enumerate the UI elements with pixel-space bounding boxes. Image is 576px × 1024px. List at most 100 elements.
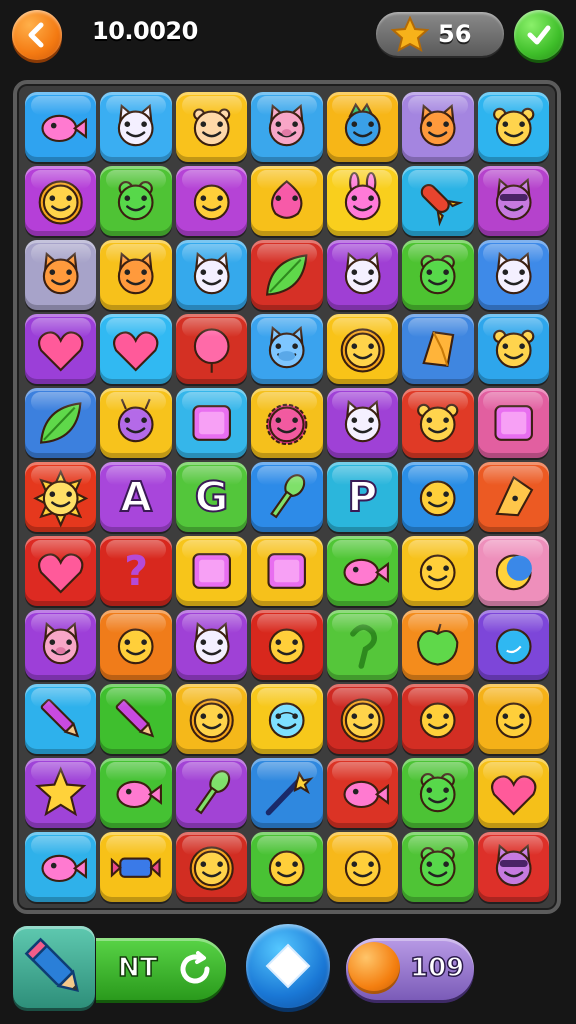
tile-r6-c4[interactable] <box>251 462 323 532</box>
star-icon <box>35 766 87 817</box>
smiley-icon <box>420 702 456 739</box>
confirm-button[interactable] <box>514 10 564 60</box>
tile-r9-c4[interactable] <box>251 684 323 754</box>
tile-r11-c7[interactable] <box>477 832 549 902</box>
tile-r9-c1[interactable] <box>25 684 97 754</box>
tile-r11-c2[interactable] <box>100 832 172 902</box>
orb-icon <box>495 628 532 665</box>
tile-r4-c2[interactable] <box>100 314 172 384</box>
tile-r3-c7[interactable] <box>477 240 549 310</box>
tile-r11-c3[interactable] <box>175 832 248 902</box>
tile-r7-c3[interactable] <box>175 536 248 606</box>
tile-r5-c4[interactable] <box>251 388 323 458</box>
tile-r10-c1[interactable] <box>25 758 97 828</box>
heart-icon <box>490 775 536 816</box>
frog-icon <box>118 181 154 221</box>
tile-r7-c7[interactable] <box>477 536 549 606</box>
stars-value: 56 <box>438 20 472 48</box>
lion-icon <box>189 698 234 743</box>
tile-r1-c3[interactable] <box>175 92 248 162</box>
tile-r10-c6[interactable] <box>402 758 474 828</box>
tile-r7-c5[interactable] <box>326 536 399 606</box>
tile-r11-c4[interactable] <box>251 832 323 902</box>
tile-r2-c2[interactable] <box>100 166 172 236</box>
tile-r8-c2[interactable] <box>100 610 172 680</box>
tile-r9-c6[interactable] <box>402 684 474 754</box>
tile-r6-c7[interactable] <box>477 462 549 532</box>
tile-r5-c1[interactable] <box>25 388 97 458</box>
tile-r1-c4[interactable] <box>251 92 323 162</box>
hint-button[interactable]: NT <box>96 938 226 1000</box>
tile-r6-c6[interactable] <box>402 462 474 532</box>
tile-r5-c6[interactable] <box>402 388 474 458</box>
tile-r2-c6[interactable] <box>402 166 474 236</box>
tile-r4-c6[interactable] <box>402 314 474 384</box>
back-button[interactable] <box>12 10 62 60</box>
bear-icon <box>492 107 534 147</box>
tile-r3-c6[interactable] <box>402 240 474 310</box>
tile-r4-c7[interactable] <box>477 314 549 384</box>
tile-r11-c6[interactable] <box>402 832 474 902</box>
play-button[interactable] <box>246 924 330 1008</box>
tile-r2-c7[interactable] <box>477 166 549 236</box>
tile-r1-c5[interactable] <box>326 92 399 162</box>
tile-r7-c6[interactable] <box>402 536 474 606</box>
tile-r8-c7[interactable] <box>477 610 549 680</box>
tile-r3-c3[interactable] <box>175 240 248 310</box>
tile-r6-c1[interactable] <box>25 462 97 532</box>
fox-icon <box>118 251 154 295</box>
tile-r5-c3[interactable] <box>175 388 248 458</box>
tile-r11-c1[interactable] <box>25 832 97 902</box>
tile-r10-c3[interactable] <box>175 758 248 828</box>
tile-r8-c3[interactable] <box>175 610 248 680</box>
pencil-button[interactable] <box>13 926 95 1008</box>
tile-r4-c5[interactable] <box>326 314 399 384</box>
tile-r5-c2[interactable] <box>100 388 172 458</box>
tile-r8-c6[interactable] <box>402 610 474 680</box>
tile-r2-c1[interactable] <box>25 166 97 236</box>
tile-r5-c7[interactable] <box>477 388 549 458</box>
hamster-icon <box>193 108 231 147</box>
tile-r3-c4[interactable] <box>251 240 323 310</box>
tile-r10-c4[interactable] <box>251 758 323 828</box>
tile-r1-c2[interactable] <box>100 92 172 162</box>
tile-r7-c2[interactable]: ? <box>100 536 172 606</box>
tile-r9-c2[interactable] <box>100 684 172 754</box>
apple-icon <box>417 623 459 666</box>
tile-r10-c2[interactable] <box>100 758 172 828</box>
tile-r6-c5[interactable]: P <box>326 462 399 532</box>
tile-r8-c5[interactable] <box>326 610 399 680</box>
smiley-icon <box>269 850 305 887</box>
tile-r10-c5[interactable] <box>326 758 399 828</box>
box-icon <box>267 553 307 589</box>
tile-r5-c5[interactable] <box>326 388 399 458</box>
tile-r1-c1[interactable] <box>25 92 97 162</box>
tile-r10-c7[interactable] <box>477 758 549 828</box>
tile-r4-c4[interactable] <box>251 314 323 384</box>
tile-r9-c7[interactable] <box>477 684 549 754</box>
tile-r2-c3[interactable] <box>175 166 248 236</box>
tile-r9-c5[interactable] <box>326 684 399 754</box>
tile-r7-c1[interactable] <box>25 536 97 606</box>
tile-r1-c6[interactable] <box>402 92 474 162</box>
tile-r8-c4[interactable] <box>251 610 323 680</box>
tile-r7-c4[interactable] <box>251 536 323 606</box>
tile-r4-c1[interactable] <box>25 314 97 384</box>
tile-r6-c2[interactable]: A <box>100 462 172 532</box>
tile-r11-c5[interactable] <box>326 832 399 902</box>
tile-r4-c3[interactable] <box>175 314 248 384</box>
tile-r1-c7[interactable] <box>477 92 549 162</box>
tile-r8-c1[interactable] <box>25 610 97 680</box>
cat-icon <box>495 251 532 295</box>
tile-r6-c3[interactable]: G <box>175 462 248 532</box>
tile-r9-c3[interactable] <box>175 684 248 754</box>
pencil-icon <box>116 699 155 738</box>
tile-r3-c1[interactable] <box>25 240 97 310</box>
tile-r3-c5[interactable] <box>326 240 399 310</box>
box-icon <box>192 405 231 441</box>
tile-r3-c2[interactable] <box>100 240 172 310</box>
tile-r2-c4[interactable] <box>251 166 323 236</box>
fox-icon <box>42 251 79 295</box>
check-icon <box>527 25 551 45</box>
tile-r2-c5[interactable] <box>326 166 399 236</box>
